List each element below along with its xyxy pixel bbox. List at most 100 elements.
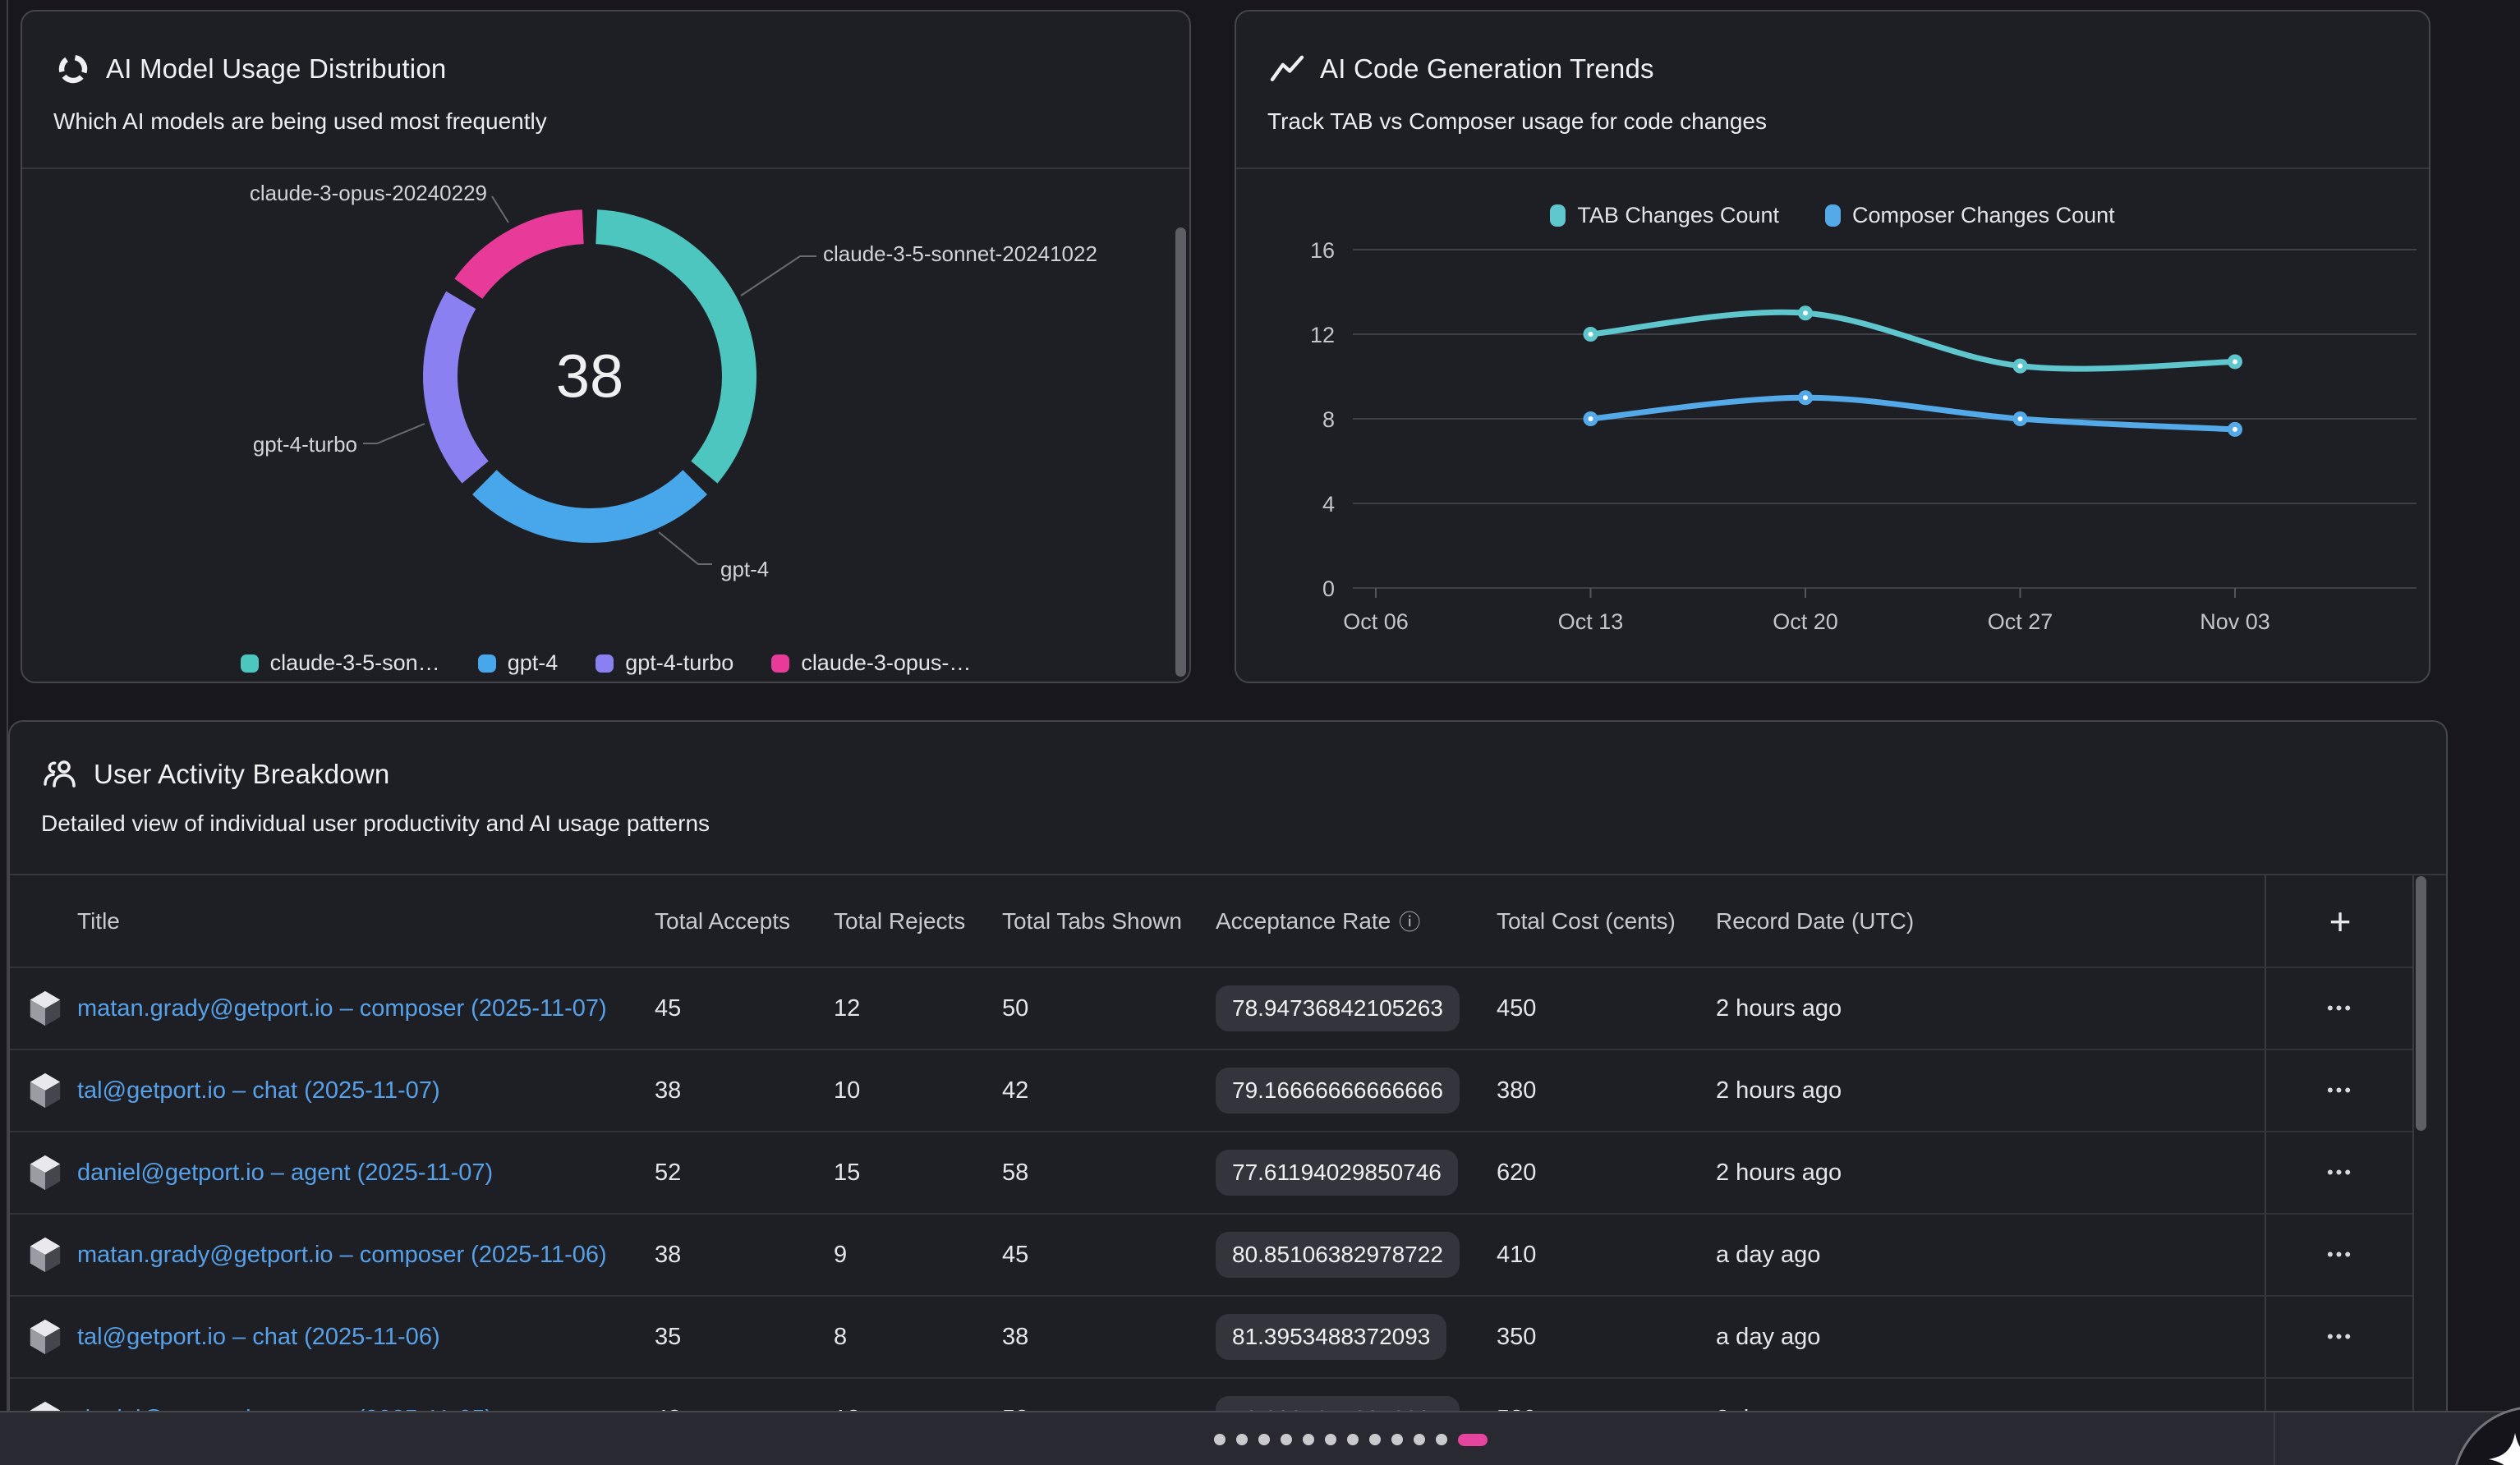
- table-body: matan.grady@getport.io – composer (2025-…: [10, 968, 2412, 1461]
- table-row: tal@getport.io – chat (2025-11-06)358388…: [10, 1297, 2412, 1379]
- bottom-bar-divider: [2274, 1412, 2275, 1465]
- row-actions-cell: •••: [2265, 1297, 2414, 1377]
- table-row: daniel@getport.io – agent (2025-11-07)52…: [10, 1132, 2412, 1215]
- donut-chart: 38claude-3-5-sonnet-20241022gpt-4gpt-4-t…: [22, 169, 1193, 650]
- pagination-dot[interactable]: [1214, 1434, 1226, 1445]
- data-point-center: [2233, 359, 2237, 364]
- row-accepts-cell: 45: [655, 995, 834, 1022]
- data-point-center: [2233, 427, 2237, 432]
- x-axis-tick-label: Oct 06: [1343, 609, 1409, 634]
- col-total-rejects[interactable]: Total Rejects: [834, 908, 1002, 935]
- row-title-link[interactable]: tal@getport.io – chat (2025-11-07): [77, 1077, 440, 1104]
- legend-item[interactable]: gpt-4: [478, 650, 559, 676]
- legend-label: gpt-4: [508, 650, 559, 676]
- legend-label: claude-3-opus-…: [801, 650, 971, 676]
- col-total-tabs-shown[interactable]: Total Tabs Shown: [1002, 908, 1216, 935]
- x-axis-tick-label: Nov 03: [2200, 609, 2270, 634]
- legend-item[interactable]: claude-3-opus-…: [771, 650, 971, 676]
- users-icon: [43, 756, 79, 792]
- card-subtitle: Track TAB vs Composer usage for code cha…: [1236, 87, 2429, 135]
- col-record-date[interactable]: Record Date (UTC): [1716, 908, 2265, 935]
- card-title: AI Code Generation Trends: [1320, 53, 1654, 85]
- row-title-link[interactable]: matan.grady@getport.io – composer (2025-…: [77, 1242, 607, 1268]
- pagination-dot[interactable]: [1236, 1434, 1248, 1445]
- legend-item[interactable]: claude-3-5-son…: [241, 650, 440, 676]
- table-scrollbar[interactable]: [2416, 876, 2426, 1131]
- row-cost-cell: 350: [1497, 1324, 1716, 1351]
- row-title-cell: matan.grady@getport.io – composer (2025-…: [77, 1242, 655, 1269]
- row-icon-cell: [10, 1318, 77, 1356]
- legend-swatch: [478, 654, 496, 673]
- pagination-dot[interactable]: [1436, 1434, 1447, 1445]
- card-scrollbar[interactable]: [1175, 227, 1186, 677]
- row-menu-button[interactable]: •••: [2327, 999, 2353, 1017]
- donut-callout-label: gpt-4: [720, 557, 769, 581]
- row-title-link[interactable]: daniel@getport.io – agent (2025-11-07): [77, 1160, 493, 1186]
- col-total-cost[interactable]: Total Cost (cents): [1497, 908, 1716, 935]
- legend-label: gpt-4-turbo: [625, 650, 733, 676]
- row-menu-button[interactable]: •••: [2327, 1328, 2353, 1346]
- callout-line: [741, 256, 816, 296]
- x-axis-tick-label: Oct 27: [1988, 609, 2053, 634]
- acceptance-rate-badge: 80.85106382978722: [1216, 1232, 1460, 1278]
- legend-swatch: [596, 654, 614, 673]
- donut-center-total: 38: [556, 342, 623, 411]
- row-icon-cell: [10, 990, 77, 1027]
- donut-segment[interactable]: [485, 482, 695, 526]
- pagination-dot[interactable]: [1281, 1434, 1292, 1445]
- donut-chart-icon: [55, 51, 91, 87]
- row-rate-cell: 80.85106382978722: [1216, 1232, 1497, 1278]
- row-accepts-cell: 35: [655, 1324, 834, 1351]
- row-rejects-cell: 9: [834, 1242, 1002, 1269]
- cursor-logo-icon: [26, 1318, 64, 1356]
- info-icon[interactable]: ⓘ: [1399, 906, 1420, 936]
- row-tabs-cell: 58: [1002, 1160, 1216, 1187]
- row-date-cell: a day ago: [1716, 1242, 2265, 1269]
- pagination-dot-active[interactable]: [1458, 1434, 1488, 1446]
- pagination-dot[interactable]: [1258, 1434, 1270, 1445]
- y-axis-tick-label: 0: [1322, 576, 1335, 601]
- x-axis-tick-label: Oct 13: [1558, 609, 1624, 634]
- data-point-center: [1589, 332, 1593, 337]
- table-row: matan.grady@getport.io – composer (2025-…: [10, 1215, 2412, 1297]
- y-axis-tick-label: 16: [1310, 238, 1335, 263]
- row-menu-button[interactable]: •••: [2327, 1082, 2353, 1100]
- data-point-center: [1803, 310, 1808, 315]
- donut-legend: claude-3-5-son… gpt-4 gpt-4-turbo claude-3-…: [22, 650, 1189, 676]
- row-title-link[interactable]: tal@getport.io – chat (2025-11-06): [77, 1324, 440, 1350]
- legend-swatch: [241, 654, 259, 673]
- legend-item[interactable]: gpt-4-turbo: [596, 650, 733, 676]
- pagination-dot[interactable]: [1391, 1434, 1403, 1445]
- donut-segment[interactable]: [468, 227, 582, 288]
- pagination-dot[interactable]: [1347, 1434, 1359, 1445]
- row-rejects-cell: 12: [834, 995, 1002, 1022]
- acceptance-rate-badge: 81.3953488372093: [1216, 1314, 1446, 1360]
- cursor-logo-icon: [26, 1236, 64, 1274]
- row-rejects-cell: 10: [834, 1077, 1002, 1104]
- row-rate-cell: 79.16666666666666: [1216, 1068, 1497, 1114]
- row-menu-button[interactable]: •••: [2327, 1246, 2353, 1264]
- pagination-dot[interactable]: [1414, 1434, 1425, 1445]
- add-record-button[interactable]: +: [2329, 902, 2352, 940]
- row-accepts-cell: 38: [655, 1077, 834, 1104]
- series-line: [1591, 397, 2236, 429]
- pagination-dot[interactable]: [1303, 1434, 1314, 1445]
- col-total-accepts[interactable]: Total Accepts: [655, 908, 834, 935]
- line-chart: 1612840Oct 06Oct 13Oct 20Oct 27Nov 03: [1236, 169, 2432, 683]
- donut-segment[interactable]: [440, 300, 476, 472]
- table-row: matan.grady@getport.io – composer (2025-…: [10, 968, 2412, 1050]
- pagination-dot[interactable]: [1369, 1434, 1381, 1445]
- col-acceptance-rate[interactable]: Acceptance Rate ⓘ: [1216, 906, 1497, 936]
- row-menu-button[interactable]: •••: [2327, 1164, 2353, 1182]
- row-actions-cell: •••: [2265, 1132, 2414, 1213]
- col-title[interactable]: Title: [77, 908, 655, 935]
- row-rejects-cell: 15: [834, 1160, 1002, 1187]
- donut-callout-label: claude-3-5-sonnet-20241022: [823, 241, 1097, 266]
- row-tabs-cell: 45: [1002, 1242, 1216, 1269]
- row-title-link[interactable]: matan.grady@getport.io – composer (2025-…: [77, 995, 607, 1022]
- legend-label: claude-3-5-son…: [270, 650, 440, 676]
- row-cost-cell: 410: [1497, 1242, 1716, 1269]
- row-rate-cell: 81.3953488372093: [1216, 1314, 1497, 1360]
- pagination-dot[interactable]: [1325, 1434, 1336, 1445]
- trends-header: AI Code Generation Trends Track TAB vs C…: [1236, 11, 2429, 168]
